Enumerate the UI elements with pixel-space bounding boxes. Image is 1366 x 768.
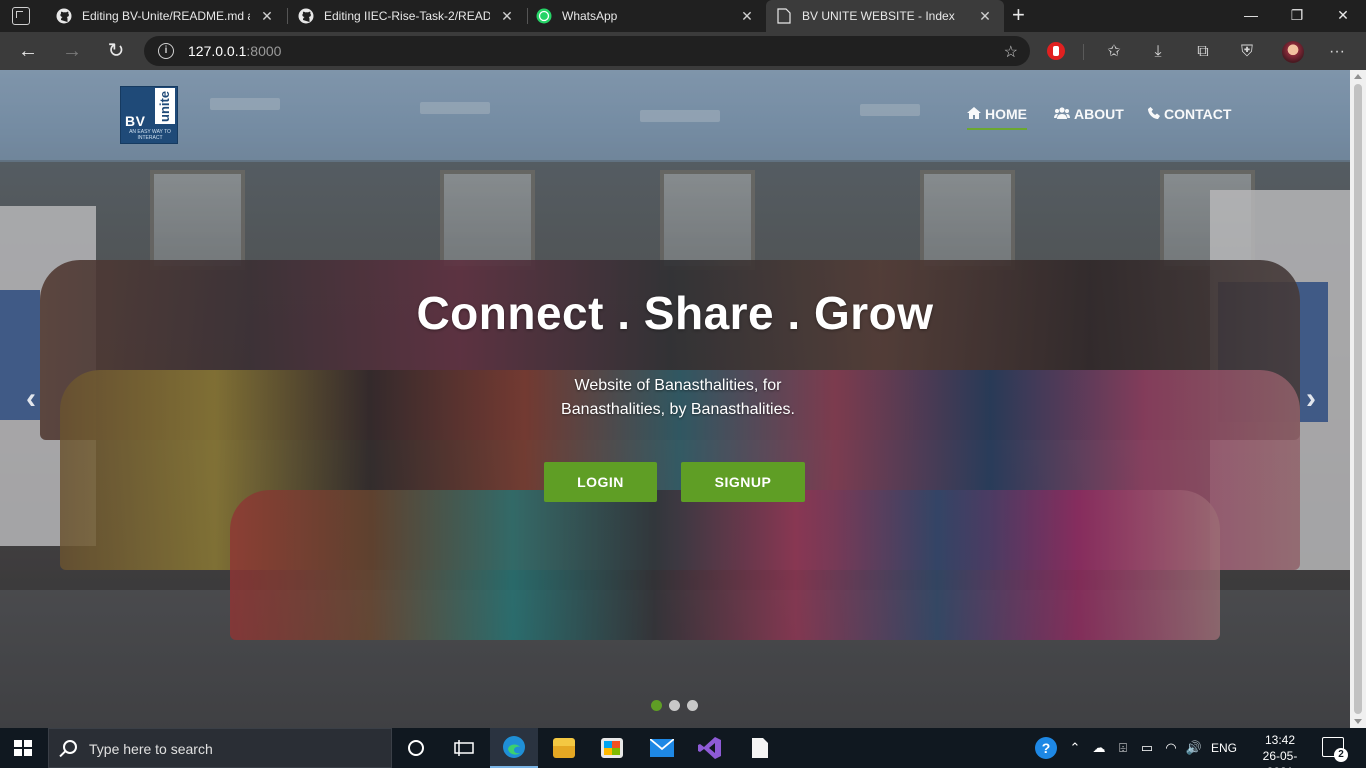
collections-icon[interactable]: ⧉ (1192, 41, 1214, 63)
phone-icon (1148, 106, 1160, 122)
home-icon (967, 106, 981, 122)
url-host: 127.0.0.1 (188, 43, 247, 59)
nav-home-label: HOME (985, 106, 1027, 122)
tab-title: Editing IIEC-Rise-Task-2/READMI (324, 9, 490, 23)
profile-avatar[interactable] (1282, 41, 1304, 63)
mail-icon[interactable] (638, 728, 686, 768)
windows-taskbar: Type here to search ? ⌃ ☁ ⌹ ▭ ◠ 🔊 ENG 13… (0, 728, 1366, 768)
scrollbar-thumb[interactable] (1354, 84, 1362, 714)
users-icon (1054, 106, 1070, 122)
extension-icon[interactable] (1047, 42, 1065, 60)
file-explorer-icon[interactable] (540, 728, 588, 768)
refresh-icon[interactable]: ↻ (102, 38, 130, 64)
edge-app-icon[interactable] (490, 728, 538, 768)
site-info-icon[interactable]: i (158, 43, 174, 59)
store-icon[interactable] (588, 728, 636, 768)
url-text[interactable]: 127.0.0.1:8000 (188, 43, 281, 59)
nav-contact[interactable]: CONTACT (1148, 106, 1231, 122)
signup-button[interactable]: SIGNUP (681, 462, 805, 502)
restore-icon[interactable]: ❐ (1274, 0, 1320, 32)
toolbar-divider (1083, 44, 1084, 60)
onedrive-icon[interactable]: ☁ (1088, 728, 1110, 768)
login-button[interactable]: LOGIN (544, 462, 657, 502)
clock-time: 13:42 (1264, 733, 1296, 747)
nav-contact-label: CONTACT (1164, 106, 1232, 122)
add-favorite-icon[interactable]: ☆ (1004, 42, 1018, 62)
close-window-icon[interactable]: ✕ (1320, 0, 1366, 32)
url-port: :8000 (246, 43, 282, 59)
battery-icon[interactable]: ▭ (1138, 728, 1156, 768)
carousel-indicator-1[interactable] (651, 700, 662, 711)
tab-title: WhatsApp (562, 9, 618, 23)
show-hidden-icons-icon[interactable]: ⌃ (1066, 728, 1084, 768)
notification-count-badge: 2 (1334, 748, 1348, 762)
close-icon[interactable]: ✕ (498, 8, 516, 25)
logo-text-unite: unite (155, 88, 175, 124)
browser-essentials-icon[interactable]: ⛨ (1236, 41, 1258, 63)
search-icon (63, 740, 77, 754)
browser-tab[interactable]: Editing BV-Unite/README.md at ✕ (46, 0, 286, 32)
task-view-icon[interactable] (440, 728, 488, 768)
github-icon (56, 8, 72, 24)
clock-date: 26-05-2021 (1262, 749, 1298, 768)
browser-tab-strip: Editing BV-Unite/README.md at ✕ Editing … (0, 0, 1366, 32)
new-tab-icon[interactable]: + (1012, 4, 1025, 26)
tab-actions-icon[interactable] (12, 7, 30, 25)
search-placeholder: Type here to search (89, 741, 213, 757)
carousel-indicator-3[interactable] (687, 700, 698, 711)
carousel-indicator-2[interactable] (669, 700, 680, 711)
nav-home[interactable]: HOME (967, 106, 1027, 130)
browser-toolbar: ← → ↻ i 127.0.0.1:8000 ☆ ✩ ⤓ ⧉ ⛨ ··· (0, 32, 1366, 70)
notepad-icon[interactable] (736, 728, 784, 768)
site-navbar: BV unite AN EASY WAY TO INTERACT HOME AB… (0, 70, 1350, 160)
github-icon (298, 8, 314, 24)
logo-tagline: AN EASY WAY TO INTERACT (129, 129, 171, 141)
whatsapp-icon (536, 8, 552, 24)
site-logo[interactable]: BV unite AN EASY WAY TO INTERACT (120, 86, 178, 144)
logo-text-bv: BV (125, 113, 146, 129)
carousel-prev-icon[interactable]: ‹ (26, 382, 36, 416)
page-icon (776, 8, 792, 24)
taskbar-clock[interactable]: 13:42 26-05-2021 (1252, 732, 1308, 768)
tab-title: BV UNITE WEBSITE - Index (802, 9, 955, 23)
windows-start-icon[interactable] (14, 740, 32, 756)
volume-icon[interactable]: 🔊 (1184, 728, 1204, 768)
page-scrollbar[interactable] (1350, 70, 1366, 728)
browser-tab[interactable]: WhatsApp ✕ (526, 0, 766, 32)
page-viewport: BV unite AN EASY WAY TO INTERACT HOME AB… (0, 70, 1350, 728)
more-menu-icon[interactable]: ··· (1326, 41, 1348, 63)
browser-tab[interactable]: Editing IIEC-Rise-Task-2/READMI ✕ (288, 0, 526, 32)
nav-about-label: ABOUT (1074, 106, 1124, 122)
taskbar-search-box[interactable]: Type here to search (48, 728, 392, 768)
language-indicator[interactable]: ENG (1208, 728, 1240, 768)
tab-title: Editing BV-Unite/README.md at (82, 9, 250, 23)
help-icon[interactable]: ? (1034, 728, 1058, 768)
hero-subtitle: Website of Banasthalities, for Banasthal… (561, 377, 795, 418)
browser-tab-active[interactable]: BV UNITE WEBSITE - Index ✕ (766, 0, 1004, 32)
carousel-next-icon[interactable]: › (1306, 382, 1316, 416)
nav-about[interactable]: ABOUT (1054, 106, 1124, 122)
scroll-up-icon[interactable] (1354, 74, 1362, 79)
downloads-icon[interactable]: ⤓ (1147, 41, 1169, 63)
back-icon[interactable]: ← (14, 38, 42, 64)
close-icon[interactable]: ✕ (738, 8, 756, 25)
forward-icon[interactable]: → (58, 38, 86, 64)
address-bar[interactable]: i 127.0.0.1:8000 ☆ (144, 36, 1030, 66)
close-icon[interactable]: ✕ (976, 8, 994, 25)
close-icon[interactable]: ✕ (258, 8, 276, 25)
wifi-icon[interactable]: ◠ (1160, 728, 1182, 768)
meet-now-icon[interactable]: ⌹ (1114, 728, 1132, 768)
hero-title: Connect . Share . Grow (416, 287, 934, 339)
visual-studio-icon[interactable] (686, 728, 734, 768)
scroll-down-icon[interactable] (1354, 719, 1362, 724)
favorites-icon[interactable]: ✩ (1103, 41, 1125, 63)
cortana-icon[interactable] (392, 728, 440, 768)
minimize-icon[interactable]: — (1228, 0, 1274, 32)
